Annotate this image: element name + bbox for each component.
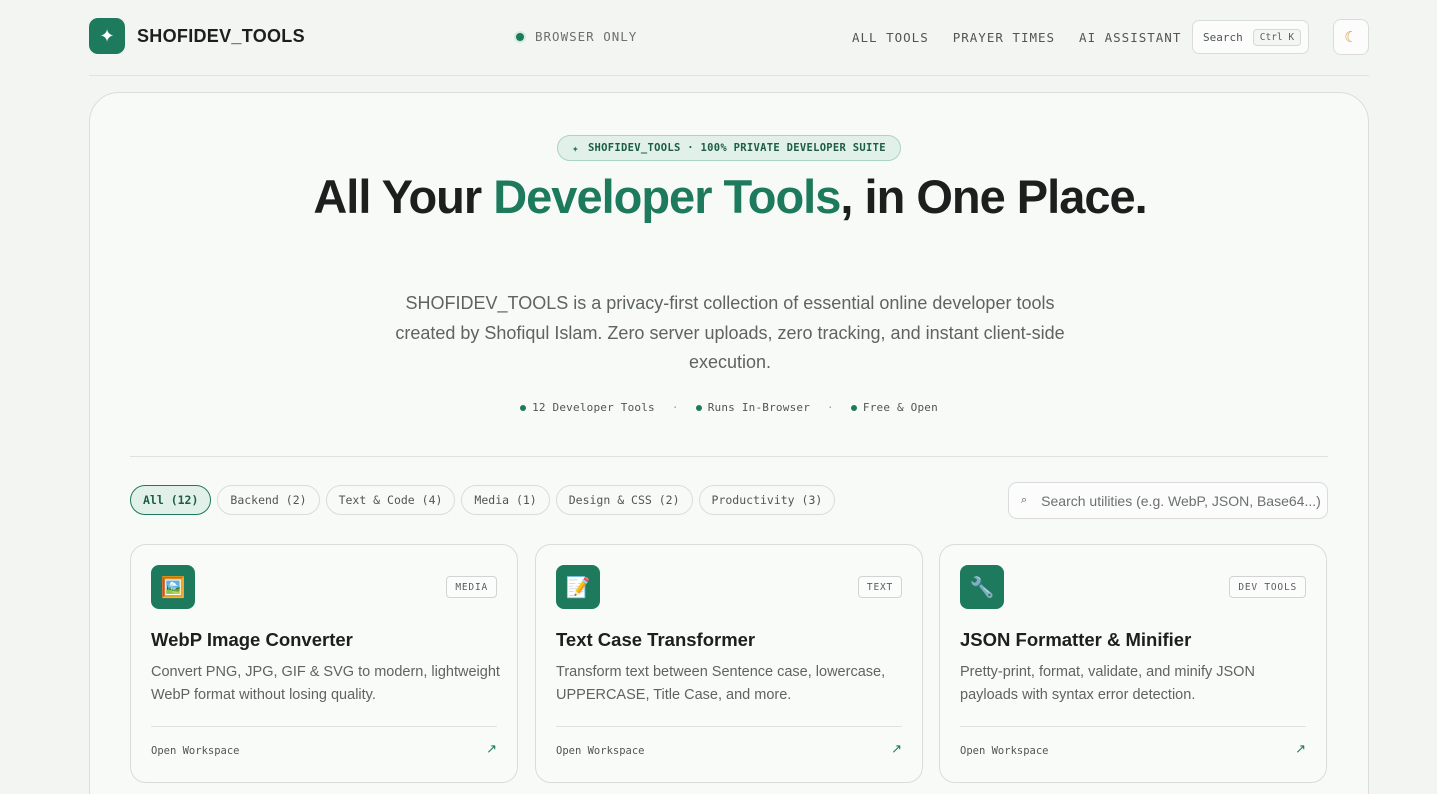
stat-label: Runs In-Browser <box>707 401 811 414</box>
hero-divider <box>130 456 1328 457</box>
search-icon: ⌕ <box>1021 494 1028 506</box>
brand[interactable]: ✦ SHOFIDEV_TOOLS <box>89 18 305 54</box>
tool-card-webp-converter[interactable]: 🖼️ MEDIA WebP Image Converter Convert PN… <box>130 544 518 783</box>
hero-description: SHOFIDEV_TOOLS is a privacy-first collec… <box>395 293 1065 372</box>
card-title: WebP Image Converter <box>151 629 353 650</box>
filter-chip-media[interactable]: Media (1) <box>461 485 550 515</box>
filter-chip-productivity[interactable]: Productivity (3) <box>698 485 836 515</box>
open-workspace-link[interactable]: Open Workspace <box>556 745 645 757</box>
stat-separator: · <box>671 401 679 414</box>
tool-card-json-formatter[interactable]: 🔧 DEV TOOLS JSON Formatter & Minifier Pr… <box>939 544 1327 783</box>
image-icon: 🖼️ <box>151 565 195 609</box>
nav-divider <box>89 75 1369 76</box>
search-shortcut: Ctrl K <box>1252 28 1302 46</box>
filter-chip-all[interactable]: All (12) <box>130 485 212 515</box>
stat-label: Free & Open <box>862 401 938 414</box>
hero-badge-text: SHOFIDEV_TOOLS · 100% PRIVATE DEVELOPER … <box>587 142 886 154</box>
card-title: JSON Formatter & Minifier <box>960 629 1192 650</box>
hero-card: ✦ SHOFIDEV_TOOLS · 100% PRIVATE DEVELOPE… <box>89 92 1369 794</box>
sparkle-icon: ✦ <box>89 18 125 54</box>
document-icon: 📝 <box>556 565 600 609</box>
card-divider <box>960 726 1306 727</box>
title-post: , in One Place. <box>840 170 1147 223</box>
open-workspace-link[interactable]: Open Workspace <box>960 745 1049 757</box>
status-label: BROWSER ONLY <box>535 29 638 44</box>
top-navigation: ✦ SHOFIDEV_TOOLS BROWSER ONLY ALL TOOLS … <box>89 18 1369 56</box>
hero-stats: 12 Developer Tools · Runs In-Browser · F… <box>90 401 1368 414</box>
hero-badge: ✦ SHOFIDEV_TOOLS · 100% PRIVATE DEVELOPE… <box>557 135 901 161</box>
category-filters: All (12) Backend (2) Text & Code (4) Med… <box>130 485 841 515</box>
dot-icon <box>850 404 857 411</box>
moon-icon: ☾ <box>1344 29 1358 46</box>
card-divider <box>556 726 902 727</box>
status-dot-icon <box>516 32 524 41</box>
title-pre: All Your <box>313 170 494 223</box>
stat-label: 12 Developer Tools <box>532 401 655 414</box>
card-divider <box>151 726 497 727</box>
sparkle-icon: ✦ <box>572 141 579 155</box>
browser-only-status: BROWSER ONLY <box>516 29 637 44</box>
tool-card-text-case[interactable]: 📝 TEXT Text Case Transformer Transform t… <box>535 544 923 783</box>
page-title: All Your Developer Tools, in One Place. <box>290 173 1170 221</box>
dot-icon <box>695 404 702 411</box>
tool-search-box: ⌕ <box>1008 482 1328 519</box>
wrench-icon: 🔧 <box>960 565 1004 609</box>
search-button[interactable]: Search Ctrl K <box>1192 20 1309 54</box>
filter-chip-design-css[interactable]: Design & CSS (2) <box>555 485 693 515</box>
title-accent: Developer Tools <box>493 170 841 223</box>
category-tag: DEV TOOLS <box>1229 576 1306 598</box>
card-description: Transform text between Sentence case, lo… <box>556 664 886 703</box>
stat-in-browser: Runs In-Browser <box>695 401 811 414</box>
filter-chip-backend[interactable]: Backend (2) <box>217 485 320 515</box>
open-workspace-link[interactable]: Open Workspace <box>151 745 240 757</box>
nav-link-all-tools[interactable]: ALL TOOLS <box>852 30 929 45</box>
nav-link-prayer-times[interactable]: PRAYER TIMES <box>953 30 1055 45</box>
card-description: Pretty-print, format, validate, and mini… <box>960 664 1255 703</box>
category-tag: TEXT <box>857 576 902 598</box>
nav-link-ai-assistant[interactable]: AI ASSISTANT <box>1079 30 1181 45</box>
stat-free-open: Free & Open <box>850 401 938 414</box>
arrow-up-right-icon[interactable]: ↗ <box>1295 741 1306 757</box>
card-description: Convert PNG, JPG, GIF & SVG to modern, l… <box>151 664 500 703</box>
dot-icon <box>520 404 527 411</box>
stat-separator: · <box>827 401 834 414</box>
category-tag: MEDIA <box>446 576 497 598</box>
search-label: Search <box>1203 30 1243 44</box>
card-title: Text Case Transformer <box>556 629 756 650</box>
arrow-up-right-icon[interactable]: ↗ <box>486 741 497 757</box>
nav-links: ALL TOOLS PRAYER TIMES AI ASSISTANT <box>852 30 1205 45</box>
brand-name: SHOFIDEV_TOOLS <box>137 25 305 46</box>
arrow-up-right-icon[interactable]: ↗ <box>891 741 902 757</box>
stat-tools-count: 12 Developer Tools <box>520 401 655 414</box>
theme-toggle-button[interactable]: ☾ <box>1333 19 1369 55</box>
tool-search-input[interactable] <box>1041 492 1327 509</box>
filter-chip-text-code[interactable]: Text & Code (4) <box>325 485 456 515</box>
